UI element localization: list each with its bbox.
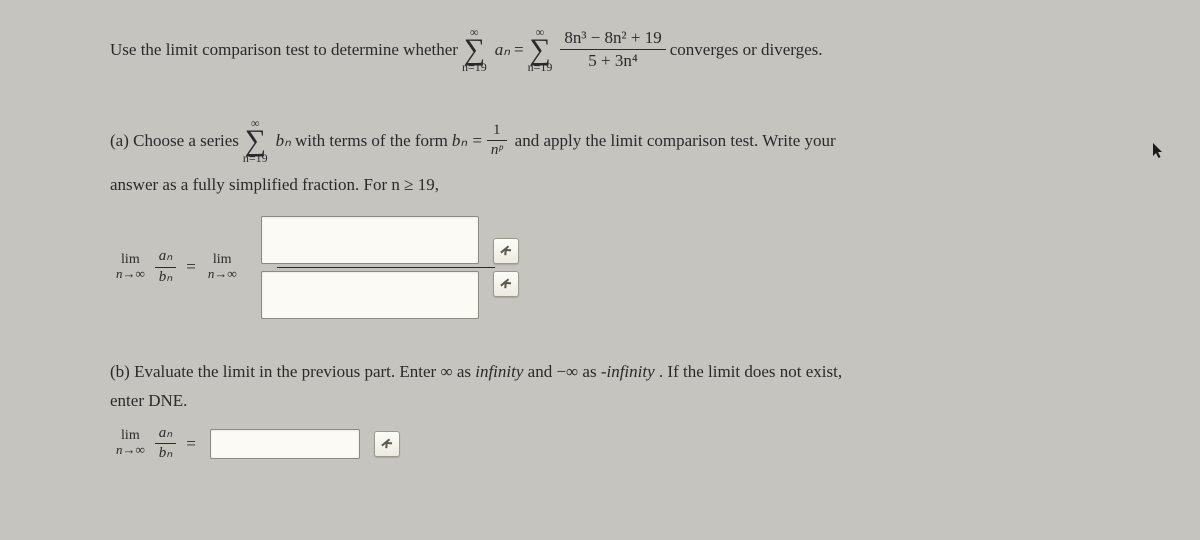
part-b: (b) Evaluate the limit in the previous p…	[110, 359, 1100, 414]
part-b-text-3: . If the limit does not exist,	[659, 362, 842, 381]
bn-eq: bₙ =	[452, 128, 483, 154]
part-b-text-4: enter DNE.	[110, 388, 1100, 414]
infinity-word: infinity	[475, 362, 523, 381]
neg-infinity-word: -infinity	[601, 362, 655, 381]
limit-value-input[interactable]	[210, 429, 360, 459]
part-a-text-2: and apply the limit comparison test. Wri…	[515, 128, 836, 154]
part-a-label: (a) Choose a series	[110, 128, 239, 154]
bn-fraction: 1 nᵖ	[487, 121, 507, 161]
part-a: (a) Choose a series ∞ ∑ n=19 bₙ with ter…	[110, 115, 1100, 198]
equals-b: =	[186, 431, 196, 457]
preview-button-limit[interactable]	[374, 431, 400, 457]
lim-b: lim n→∞	[116, 429, 145, 457]
main-fraction: 8n³ − 8n² + 19 5 + 3n⁴	[560, 27, 665, 72]
intro-text-2: converges or diverges.	[670, 37, 823, 63]
equals-1: =	[514, 37, 524, 63]
intro-text-1: Use the limit comparison test to determi…	[110, 37, 458, 63]
preview-button-denominator[interactable]	[493, 271, 519, 297]
denominator-input[interactable]	[261, 271, 479, 319]
preview-button-numerator[interactable]	[493, 238, 519, 264]
part-a-text-3: answer as a fully simplified fraction. F…	[110, 172, 1100, 198]
mouse-cursor-icon	[1152, 142, 1164, 168]
problem-statement: Use the limit comparison test to determi…	[110, 24, 1100, 75]
sum-symbol-1: ∞ ∑ n=19	[462, 24, 487, 75]
bn-term: bₙ	[276, 128, 291, 154]
part-b-text-1: (b) Evaluate the limit in the previous p…	[110, 362, 475, 381]
sum-symbol-3: ∞ ∑ n=19	[243, 115, 268, 166]
equals-a: =	[186, 254, 196, 280]
lim-2: lim n→∞	[208, 253, 237, 281]
sum-symbol-2: ∞ ∑ n=19	[528, 24, 553, 75]
an-over-bn-1: aₙ bₙ	[155, 247, 176, 287]
lim-1: lim n→∞	[116, 253, 145, 281]
an-term: aₙ	[495, 37, 510, 63]
equation-a: lim n→∞ aₙ bₙ = lim n→∞	[110, 216, 1100, 319]
part-a-text-1: with terms of the form	[295, 128, 448, 154]
part-b-text-2: and −∞ as	[528, 362, 601, 381]
numerator-input[interactable]	[261, 216, 479, 264]
an-over-bn-b: aₙ bₙ	[155, 424, 176, 464]
equation-b: lim n→∞ aₙ bₙ =	[110, 424, 1100, 464]
